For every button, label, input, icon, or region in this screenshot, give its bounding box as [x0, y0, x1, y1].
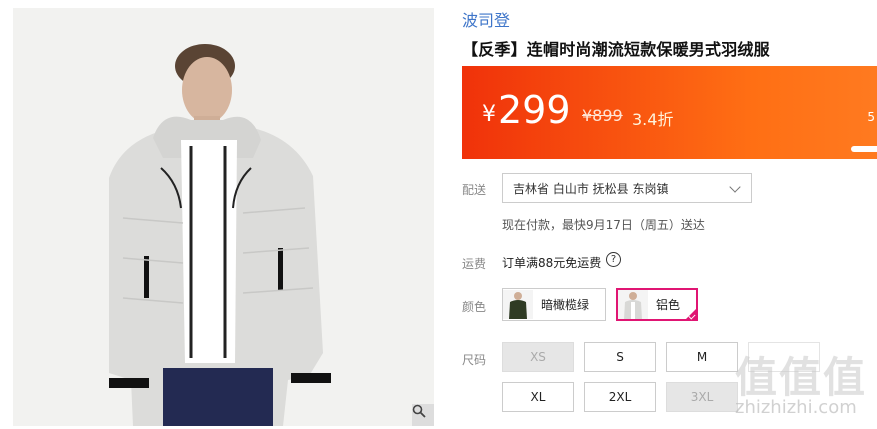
size-option-xs: XS — [502, 342, 574, 372]
current-price: 299 — [498, 88, 571, 132]
discount-rate: 3.4折 — [632, 110, 674, 129]
size-option-2xl[interactable]: 2XL — [584, 382, 656, 412]
shipping-label: 配送 — [462, 183, 487, 197]
product-photo[interactable] — [13, 8, 434, 426]
color-option-olive[interactable]: 暗橄榄绿 — [502, 288, 606, 321]
size-option-3xl: 3XL — [666, 382, 738, 412]
shipping-location-select[interactable]: 吉林省 白山市 抚松县 东岗镇 — [502, 173, 752, 203]
zoom-button[interactable] — [412, 404, 434, 426]
shipping-location-value: 吉林省 白山市 抚松县 东岗镇 — [513, 181, 669, 196]
original-price: ¥899 — [582, 106, 623, 125]
size-label: 尺码 — [462, 353, 487, 367]
product-title: 【反季】连帽时尚潮流短款保暖男式羽绒服 — [462, 40, 770, 59]
freight-label: 运费 — [462, 257, 487, 271]
color-thumbnail — [618, 290, 648, 319]
banner-side-number: 5 — [867, 110, 875, 124]
currency-symbol: ¥ — [482, 102, 496, 127]
color-thumbnail — [503, 290, 533, 319]
color-option-aluminum[interactable]: 铝色 — [616, 288, 698, 321]
size-option-xl[interactable]: XL — [502, 382, 574, 412]
watermark-logo: 值值值 — [735, 353, 868, 402]
freight-text: 订单满88元免运费 — [502, 256, 602, 270]
watermark-site: zhizhizhi.com — [735, 397, 857, 418]
color-option-label: 暗橄榄绿 — [541, 298, 590, 312]
color-label: 颜色 — [462, 300, 487, 314]
size-notice-strip — [502, 421, 832, 429]
chevron-down-icon — [729, 181, 741, 193]
brand-link[interactable]: 波司登 — [462, 7, 510, 31]
magnifier-icon — [412, 404, 426, 418]
arrival-estimate: 现在付款，最快9月17日（周五）送达 — [502, 218, 705, 232]
help-icon[interactable]: ? — [606, 252, 621, 267]
price-banner: ¥ 299 ¥899 3.4折 5 — [462, 66, 877, 159]
size-option-m[interactable]: M — [666, 342, 738, 372]
product-image — [13, 8, 434, 426]
size-option-s[interactable]: S — [584, 342, 656, 372]
banner-slider[interactable] — [851, 146, 877, 152]
color-option-label: 铝色 — [656, 298, 681, 312]
